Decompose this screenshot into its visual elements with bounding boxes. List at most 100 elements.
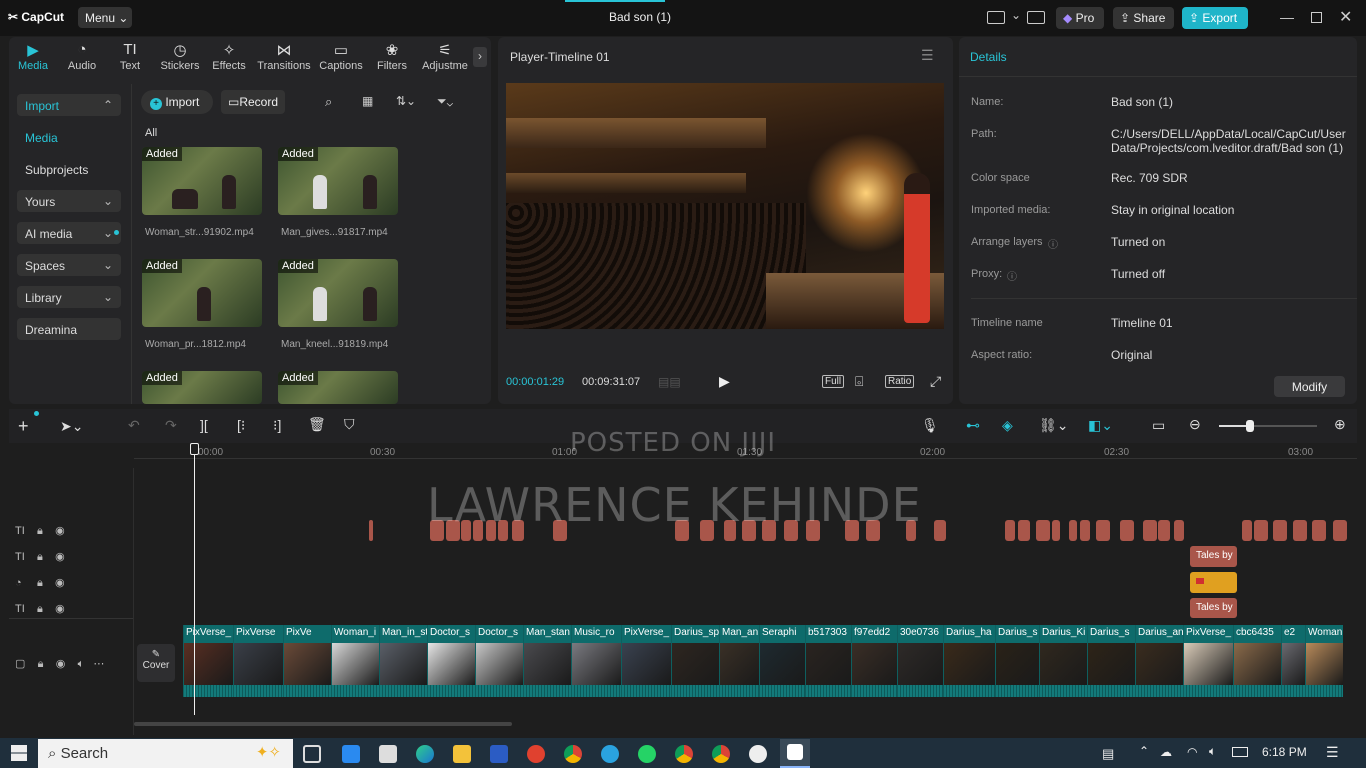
layout-icon[interactable] — [987, 11, 1005, 24]
more-icon[interactable]: ⋯ — [93, 658, 104, 670]
taskbar-search-box[interactable]: ⌕ Search ✦✧ — [38, 739, 293, 768]
zoom-slider-handle[interactable] — [1246, 420, 1254, 432]
tab-transitions[interactable]: ⋈ Transitions — [256, 41, 312, 72]
tray-cloud-icon[interactable]: ☁ — [1160, 745, 1172, 759]
tray-chevron-up-icon[interactable]: ⌃ — [1139, 744, 1149, 758]
text-clip[interactable] — [1005, 520, 1015, 541]
sidebar-item-media[interactable]: Media — [17, 126, 121, 148]
search-icon[interactable]: ⌕ — [325, 94, 332, 110]
chrome-icon[interactable] — [564, 745, 582, 763]
add-track-icon[interactable]: + — [18, 416, 29, 437]
volume-icon[interactable]: 🔈︎ — [1209, 744, 1216, 759]
lock-icon[interactable]: 🔒︎ — [37, 603, 43, 615]
playhead[interactable] — [194, 443, 195, 715]
split-left-icon[interactable]: [⁝ — [237, 417, 245, 434]
tabs-scroll-right-button[interactable]: › — [473, 47, 487, 67]
sidebar-item-ai-media[interactable]: AI media ⌄ — [17, 222, 121, 244]
play-icon[interactable]: ▶ — [719, 373, 730, 390]
sidebar-item-yours[interactable]: Yours ⌄ — [17, 190, 121, 212]
video-clip[interactable]: PixVerse_ — [1183, 625, 1233, 697]
media-thumbnail[interactable]: Added — [142, 371, 262, 404]
video-clip[interactable]: Woman — [1305, 625, 1343, 697]
info-icon[interactable]: ⓘ — [1048, 236, 1058, 251]
pro-button[interactable]: ◆ Pro — [1056, 7, 1104, 29]
chrome-icon[interactable] — [675, 745, 693, 763]
tab-media[interactable]: ▶ Media — [9, 41, 57, 72]
player-menu-icon[interactable]: ☰ — [921, 47, 934, 64]
video-clip[interactable]: PixVerse — [233, 625, 283, 697]
text-clip[interactable]: Tales by — [1190, 546, 1237, 567]
eye-icon[interactable]: ◉ — [56, 658, 66, 670]
tab-text[interactable]: TI Text — [106, 41, 154, 72]
minimize-icon[interactable]: — — [1280, 9, 1294, 25]
subtitle-icon[interactable]: ▭ — [1152, 417, 1165, 434]
sidebar-item-dreamina[interactable]: Dreamina — [17, 318, 121, 340]
text-clip[interactable] — [1080, 520, 1090, 541]
text-clip[interactable] — [1096, 520, 1110, 541]
video-clip[interactable]: Man_in_st — [379, 625, 427, 697]
text-clip[interactable] — [369, 520, 373, 541]
wifi-icon[interactable]: ◠ — [1187, 745, 1197, 759]
lock-icon[interactable]: 🔒︎ — [37, 525, 43, 537]
link-clips-icon[interactable]: ⊷ — [966, 417, 980, 434]
text-clip[interactable] — [934, 520, 946, 541]
lock-icon[interactable]: 🔒︎ — [37, 577, 43, 589]
tab-stickers[interactable]: ◷ Stickers — [156, 41, 204, 72]
chevron-down-icon[interactable]: ⌄ — [1011, 8, 1021, 22]
notifications-icon[interactable]: ☰ — [1326, 744, 1339, 761]
media-thumbnail[interactable]: Added — [142, 147, 262, 215]
text-clip[interactable] — [1120, 520, 1134, 541]
media-thumbnail[interactable]: Added — [142, 259, 262, 327]
text-clip[interactable] — [1293, 520, 1307, 541]
tray-news-icon[interactable]: ▤ — [1102, 746, 1114, 762]
sticker-clip[interactable] — [1190, 572, 1237, 593]
chrome-icon[interactable] — [712, 745, 730, 763]
video-clip[interactable]: Woman_i — [331, 625, 379, 697]
text-clip[interactable] — [1069, 520, 1077, 541]
battery-icon[interactable] — [1232, 747, 1248, 757]
capcut-taskbar-icon[interactable] — [780, 739, 810, 768]
delete-icon[interactable]: 🗑 — [308, 416, 326, 433]
video-clip[interactable]: Darius_Ki — [1039, 625, 1087, 697]
video-clip[interactable]: Man_stan — [523, 625, 571, 697]
sidebar-item-spaces[interactable]: Spaces ⌄ — [17, 254, 121, 276]
app-icon[interactable] — [749, 745, 767, 763]
video-clip[interactable]: Darius_s — [1087, 625, 1135, 697]
telegram-icon[interactable] — [601, 745, 619, 763]
text-clip[interactable] — [1273, 520, 1287, 541]
menu-button[interactable]: Menu ⌄ — [78, 7, 132, 28]
record-button[interactable]: ▭Record — [221, 90, 285, 114]
word-icon[interactable] — [490, 745, 508, 763]
import-button[interactable]: + Import — [141, 90, 213, 114]
video-clip[interactable]: Darius_s — [995, 625, 1039, 697]
modify-button[interactable]: Modify — [1274, 376, 1345, 397]
zoom-in-icon[interactable]: ⊕ — [1334, 416, 1346, 433]
text-clip[interactable] — [1242, 520, 1252, 541]
eye-icon[interactable]: ◉ — [55, 551, 65, 563]
lock-icon[interactable]: 🔒︎ — [38, 658, 44, 670]
edge-icon[interactable] — [416, 745, 434, 763]
video-clip[interactable]: e2 — [1281, 625, 1305, 697]
media-thumbnail[interactable]: Added — [278, 371, 398, 404]
text-clip[interactable] — [1158, 520, 1170, 541]
sidebar-item-subprojects[interactable]: Subprojects — [17, 158, 121, 180]
tab-captions[interactable]: ▭ Captions — [317, 41, 365, 72]
microphone-icon[interactable]: 🎙 — [921, 417, 939, 434]
task-view-icon[interactable] — [303, 745, 321, 763]
lock-icon[interactable]: 🔒︎ — [37, 551, 43, 563]
text-clip[interactable] — [1143, 520, 1157, 541]
full-button[interactable]: Full — [822, 375, 845, 388]
grid-view-icon[interactable]: ▦ — [362, 94, 373, 108]
info-icon[interactable]: ⓘ — [1007, 268, 1017, 283]
link-icon[interactable]: ⛓⌄ — [1039, 417, 1069, 434]
zoom-slider[interactable] — [1219, 420, 1317, 432]
video-clip[interactable]: Doctor_s — [475, 625, 523, 697]
video-clip[interactable]: Seraphi — [759, 625, 805, 697]
keyboard-icon[interactable] — [1027, 11, 1045, 24]
sidebar-item-library[interactable]: Library ⌄ — [17, 286, 121, 308]
tab-filters[interactable]: ❀ Filters — [368, 41, 416, 72]
video-preview[interactable] — [506, 83, 944, 329]
app-red-icon[interactable] — [527, 745, 545, 763]
text-clip[interactable] — [1312, 520, 1326, 541]
undo-icon[interactable]: ↶ — [128, 417, 140, 434]
